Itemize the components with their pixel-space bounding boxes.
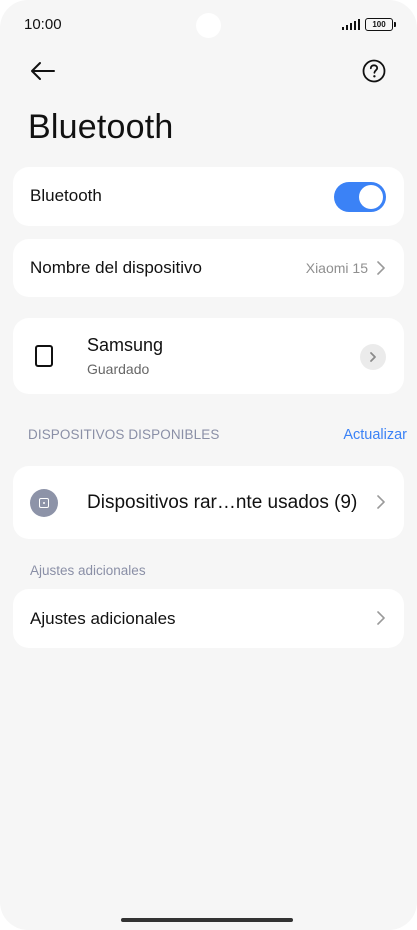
battery-icon: 100 xyxy=(365,18,396,31)
additional-settings-header: Ajustes adicionales xyxy=(30,563,146,578)
status-bar: 10:00 100 xyxy=(0,0,417,52)
device-circle-icon xyxy=(30,489,58,517)
page-title: Bluetooth xyxy=(28,108,174,146)
device-details-button[interactable] xyxy=(360,344,386,370)
status-icons: 100 xyxy=(341,18,396,31)
device-name-label: Nombre del dispositivo xyxy=(30,258,202,277)
question-circle-icon xyxy=(362,59,386,83)
status-time: 10:00 xyxy=(24,16,62,33)
device-name-row[interactable]: Nombre del dispositivo Xiaomi 15 xyxy=(13,239,404,297)
paired-device-row[interactable]: Samsung Guardado xyxy=(13,318,404,394)
paired-device-name: Samsung xyxy=(87,335,164,355)
bluetooth-toggle-row[interactable]: Bluetooth xyxy=(13,167,404,226)
additional-settings-row[interactable]: Ajustes adicionales xyxy=(13,589,404,648)
home-indicator[interactable] xyxy=(121,918,293,922)
signal-icon xyxy=(341,19,360,30)
back-button[interactable] xyxy=(28,56,58,86)
available-devices-header: DISPOSITIVOS DISPONIBLES xyxy=(28,427,220,442)
refresh-link[interactable]: Actualizar xyxy=(343,427,407,443)
bluetooth-toggle-switch[interactable] xyxy=(334,182,386,212)
arrow-left-icon xyxy=(31,62,55,80)
chevron-right-icon xyxy=(370,352,376,362)
device-name-value: Xiaomi 15 xyxy=(305,260,368,276)
chevron-right-icon xyxy=(377,611,385,625)
additional-settings-label: Ajustes adicionales xyxy=(30,609,176,628)
chevron-right-icon xyxy=(377,261,385,275)
front-camera xyxy=(196,13,221,38)
phone-screen: 10:00 100 Bluetooth Bluetooth Nombre del… xyxy=(0,0,417,930)
help-button[interactable] xyxy=(362,59,386,83)
phone-outline-icon xyxy=(35,345,53,367)
bluetooth-label: Bluetooth xyxy=(30,186,102,205)
rare-devices-label: Dispositivos rar…nte usados (9) xyxy=(87,492,358,513)
toggle-knob xyxy=(359,185,383,209)
chevron-right-icon xyxy=(377,495,385,509)
paired-device-status: Guardado xyxy=(87,361,150,377)
rare-devices-row[interactable]: Dispositivos rar…nte usados (9) xyxy=(13,466,404,539)
